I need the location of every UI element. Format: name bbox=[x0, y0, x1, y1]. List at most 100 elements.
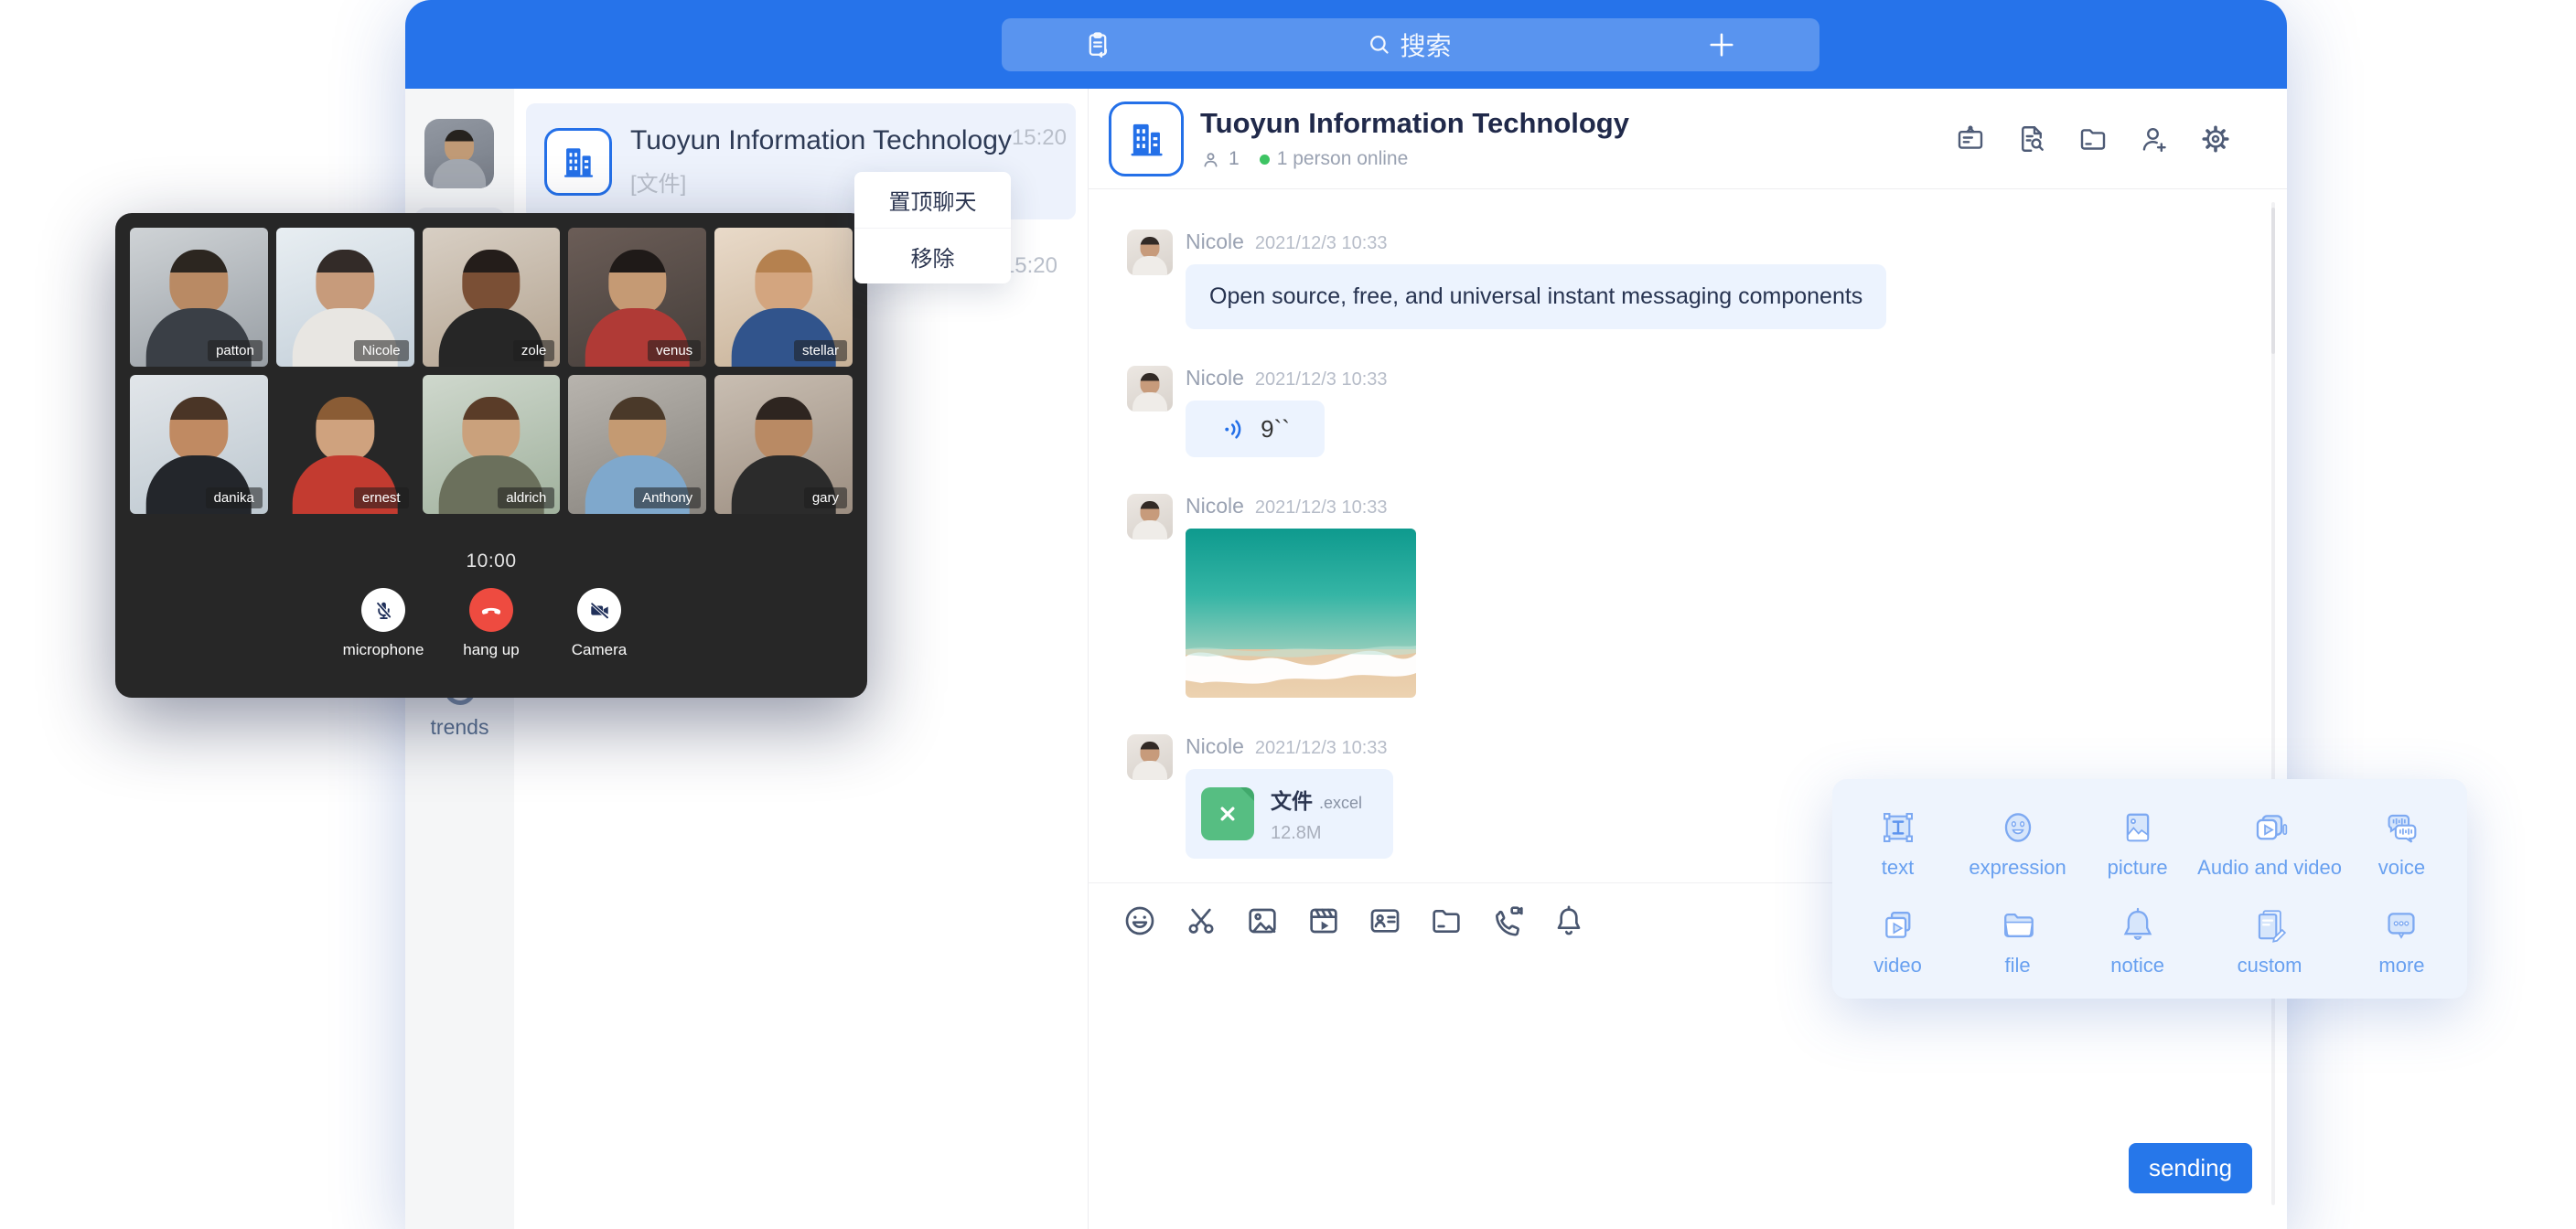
participant-tile: aldrich bbox=[423, 375, 561, 514]
message: Nicole 2021/12/3 10:33 bbox=[1127, 366, 2287, 457]
message-time: 2021/12/3 10:33 bbox=[1255, 233, 1388, 254]
app-header: 搜索 bbox=[405, 0, 2287, 89]
picture-icon bbox=[2117, 807, 2159, 849]
participant-tile: venus bbox=[568, 228, 706, 367]
folder-icon[interactable] bbox=[1428, 903, 1465, 939]
hang-up-control: hang up bbox=[437, 588, 545, 659]
sender-name: Nicole bbox=[1186, 366, 1244, 390]
participant-name: gary bbox=[804, 487, 847, 508]
settings-gear-icon[interactable] bbox=[2199, 123, 2232, 155]
group-files-icon[interactable] bbox=[2077, 123, 2109, 155]
participant-tile: patton bbox=[130, 228, 268, 367]
file-message-bubble[interactable]: 文件 .excel 12.8M bbox=[1186, 769, 1393, 859]
call-log-icon[interactable] bbox=[1082, 29, 1113, 60]
group-call-window: patton Nicole zole venus stellar danika … bbox=[115, 213, 867, 698]
user-avatar[interactable] bbox=[424, 119, 494, 188]
send-button[interactable]: sending bbox=[2129, 1143, 2252, 1193]
participant-name: danika bbox=[206, 487, 263, 508]
quick-action-voice[interactable]: voice bbox=[2342, 794, 2462, 892]
hang-up-label: hang up bbox=[463, 641, 519, 659]
image-message[interactable] bbox=[1186, 529, 1416, 698]
expression-icon bbox=[1997, 807, 2039, 849]
quick-action-more[interactable]: more bbox=[2342, 892, 2462, 989]
participant-name: Nicole bbox=[354, 340, 409, 361]
video-icon bbox=[1877, 904, 1919, 946]
contact-card-icon[interactable] bbox=[1367, 903, 1403, 939]
text-message-bubble: Open source, free, and universal instant… bbox=[1186, 264, 1886, 329]
sender-name: Nicole bbox=[1186, 494, 1244, 518]
avatar[interactable] bbox=[1127, 494, 1173, 540]
search-icon bbox=[1367, 32, 1391, 57]
file-folder-icon bbox=[1997, 904, 2039, 946]
audio-video-icon bbox=[2249, 807, 2291, 849]
search-placeholder: 搜索 bbox=[1400, 27, 1451, 63]
message-time: 2021/12/3 10:33 bbox=[1255, 738, 1388, 759]
camera-muted-button[interactable] bbox=[577, 588, 621, 632]
search-field[interactable]: 搜索 bbox=[1367, 27, 1451, 63]
participant-name: venus bbox=[648, 340, 701, 361]
participant-tile: danika bbox=[130, 375, 268, 514]
participant-tile: ernest bbox=[276, 375, 414, 514]
menu-item-remove[interactable]: 移除 bbox=[854, 228, 1011, 283]
message-time: 2021/12/3 10:33 bbox=[1255, 369, 1388, 390]
quick-action-file[interactable]: file bbox=[1958, 892, 2077, 989]
participant-name: zole bbox=[513, 340, 555, 361]
online-dot bbox=[1260, 155, 1270, 165]
add-icon[interactable] bbox=[1705, 28, 1738, 61]
quick-action-notice[interactable]: notice bbox=[2077, 892, 2197, 989]
hang-up-button[interactable] bbox=[469, 588, 513, 632]
avatar[interactable] bbox=[1127, 366, 1173, 411]
file-name: 文件 bbox=[1271, 784, 1313, 815]
trends-label: trends bbox=[405, 715, 514, 740]
quick-action-custom[interactable]: custom bbox=[2197, 892, 2342, 989]
microphone-control: microphone bbox=[329, 588, 437, 659]
online-status: 1 person online bbox=[1277, 148, 1409, 170]
quick-action-picture[interactable]: picture bbox=[2077, 794, 2197, 892]
chat-history-search-icon[interactable] bbox=[2015, 123, 2048, 155]
notification-bell-icon[interactable] bbox=[1551, 903, 1587, 939]
quick-action-label: more bbox=[2378, 954, 2424, 978]
custom-message-icon bbox=[2249, 904, 2291, 946]
participant-tile: gary bbox=[714, 375, 853, 514]
group-avatar[interactable] bbox=[1109, 102, 1184, 176]
participant-name: stellar bbox=[794, 340, 847, 361]
image-icon[interactable] bbox=[1244, 903, 1281, 939]
scissors-icon[interactable] bbox=[1183, 903, 1219, 939]
quick-action-video[interactable]: video bbox=[1838, 892, 1958, 989]
participant-name: patton bbox=[208, 340, 263, 361]
quick-action-label: file bbox=[2005, 954, 2031, 978]
quick-action-expression[interactable]: expression bbox=[1958, 794, 2077, 892]
members-icon bbox=[1200, 149, 1221, 170]
add-member-icon[interactable] bbox=[2138, 123, 2171, 155]
avatar[interactable] bbox=[1127, 230, 1173, 275]
video-call-icon[interactable] bbox=[1489, 903, 1526, 939]
menu-item-pin-chat[interactable]: 置顶聊天 bbox=[854, 172, 1011, 228]
sender-name: Nicole bbox=[1186, 734, 1244, 759]
quick-action-label: custom bbox=[2238, 954, 2302, 978]
scrollbar-thumb[interactable] bbox=[2271, 208, 2275, 354]
file-extension: .excel bbox=[1319, 794, 1362, 813]
emoji-icon[interactable] bbox=[1122, 903, 1158, 939]
quick-action-audio-video[interactable]: Audio and video bbox=[2197, 794, 2342, 892]
sender-name: Nicole bbox=[1186, 230, 1244, 254]
quick-action-label: text bbox=[1882, 856, 1914, 880]
participant-tile: Anthony bbox=[568, 375, 706, 514]
call-controls: microphone hang up bbox=[130, 588, 853, 659]
quick-action-text[interactable]: text bbox=[1838, 794, 1958, 892]
voice-wave-icon bbox=[1220, 415, 1249, 444]
more-icon bbox=[2380, 904, 2422, 946]
call-timer: 10:00 bbox=[130, 550, 853, 572]
quick-action-label: voice bbox=[2378, 856, 2425, 880]
voice-message-bubble[interactable]: 9`` bbox=[1186, 401, 1325, 457]
participant-name: ernest bbox=[354, 487, 409, 508]
conversation-title: Tuoyun Information Technology bbox=[630, 125, 1012, 156]
voice-duration: 9`` bbox=[1261, 415, 1290, 444]
search-bar[interactable]: 搜索 bbox=[1002, 18, 1819, 71]
avatar[interactable] bbox=[1127, 734, 1173, 780]
microphone-muted-button[interactable] bbox=[361, 588, 405, 632]
quick-action-label: Audio and video bbox=[2197, 856, 2342, 880]
video-clip-icon[interactable] bbox=[1305, 903, 1342, 939]
notice-board-icon[interactable] bbox=[1954, 123, 1987, 155]
participant-name: Anthony bbox=[634, 487, 701, 508]
message-list: Nicole 2021/12/3 10:33 Open source, free… bbox=[1089, 189, 2287, 859]
